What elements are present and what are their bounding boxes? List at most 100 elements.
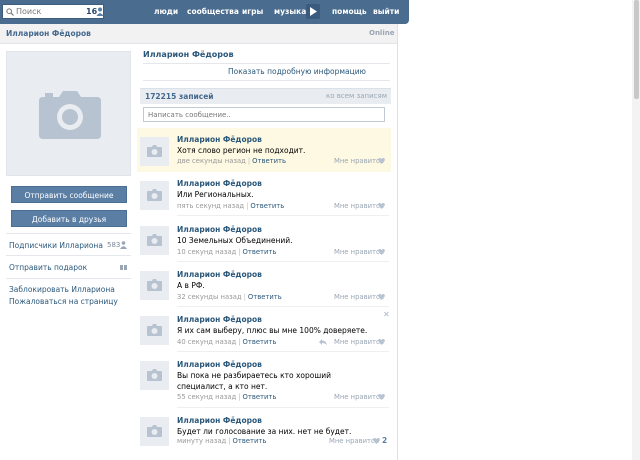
reply-link[interactable]: Ответить: [248, 293, 282, 301]
block-user-link[interactable]: Заблокировать Иллариона: [9, 285, 115, 294]
report-page-link[interactable]: Пожаловаться на страницу: [9, 297, 118, 306]
profile-name-bar: Илларион Фёдоров Online: [0, 24, 397, 44]
nav-people[interactable]: люди: [154, 7, 178, 16]
subscribers-icon: [120, 241, 127, 249]
camera-icon: [147, 189, 162, 201]
wall-post: Илларион Фёдоров Вы пока не разбираетесь…: [137, 352, 391, 408]
post-text: А в РФ.: [177, 281, 205, 290]
post-avatar[interactable]: [140, 316, 169, 345]
heart-icon[interactable]: [378, 203, 385, 209]
reply-link[interactable]: Ответить: [233, 437, 267, 445]
reply-link[interactable]: Ответить: [243, 248, 277, 256]
wall-post-input[interactable]: Написать сообщение..: [143, 107, 385, 122]
camera-icon: [147, 324, 162, 336]
nav-games[interactable]: игры: [242, 7, 263, 16]
like-button[interactable]: Мне нравится: [329, 437, 379, 445]
divider: [143, 63, 390, 64]
camera-icon: [147, 425, 162, 437]
reply-link[interactable]: Ответить: [252, 157, 286, 165]
post-author[interactable]: Илларион Фёдоров: [177, 179, 262, 188]
like-button[interactable]: Мне нравится: [334, 393, 384, 401]
all-posts-link[interactable]: ко всем записям: [326, 92, 387, 100]
post-avatar[interactable]: [140, 271, 169, 300]
post-divider: [177, 215, 389, 216]
post-time: 55 секунд назад: [177, 393, 237, 401]
subscribers-link[interactable]: Подписчики Иллариона: [9, 241, 103, 250]
heart-icon[interactable]: [378, 339, 385, 345]
wall-post-count: 172215 записей: [145, 92, 214, 101]
post-meta: пять секунд назад | Ответить: [177, 202, 285, 210]
post-avatar[interactable]: [140, 181, 169, 210]
search-icon: [6, 8, 14, 16]
reply-link[interactable]: Ответить: [243, 393, 277, 401]
like-button[interactable]: Мне нравится: [334, 293, 384, 301]
post-author[interactable]: Илларион Фёдоров: [177, 360, 262, 369]
wall-post-placeholder: Написать сообщение..: [148, 111, 231, 119]
nav-music[interactable]: музыка: [274, 7, 306, 16]
heart-icon[interactable]: [378, 394, 385, 400]
search-input[interactable]: Поиск 16: [2, 4, 104, 19]
nav-help[interactable]: помощь: [332, 7, 367, 16]
camera-icon: [147, 369, 162, 381]
send-message-button[interactable]: Отправить сообщение: [11, 186, 127, 203]
nav-logout[interactable]: выйти: [373, 7, 399, 16]
profile-avatar[interactable]: [6, 51, 131, 176]
send-gift-link[interactable]: Отправить подарок: [9, 263, 87, 272]
post-time: 10 секунд назад: [177, 248, 237, 256]
like-button[interactable]: Мне нравится: [334, 157, 384, 165]
post-author[interactable]: Илларион Фёдоров: [177, 416, 262, 425]
camera-icon: [39, 91, 101, 139]
wall-post: Илларион Фёдоров Будет ли голосование за…: [137, 408, 391, 460]
post-text: 10 Земельных Объединений.: [177, 236, 293, 245]
add-friend-button[interactable]: Добавить в друзья: [11, 210, 127, 227]
delete-post-icon[interactable]: ✕: [383, 310, 390, 319]
profile-name-header[interactable]: Илларион Фёдоров: [6, 29, 91, 38]
wall-post: Илларион Фёдоров А в РФ. 32 секунды наза…: [137, 262, 391, 307]
post-meta: минуту назад | Ответить: [177, 437, 267, 445]
reply-link[interactable]: Ответить: [243, 338, 277, 346]
post-avatar[interactable]: [140, 417, 169, 446]
play-button[interactable]: [306, 4, 320, 19]
reply-link[interactable]: Ответить: [250, 202, 284, 210]
wall-post: Илларион Фёдоров Или Региональных. пять …: [137, 172, 391, 216]
heart-icon[interactable]: [378, 158, 385, 164]
camera-icon: [147, 145, 162, 157]
post-avatar[interactable]: [140, 137, 169, 166]
post-author[interactable]: Илларион Фёдоров: [177, 315, 262, 324]
like-button[interactable]: Мне нравится: [334, 338, 384, 346]
like-button[interactable]: Мне нравится: [334, 248, 384, 256]
gift-icon: [120, 263, 127, 270]
subscribers-count: 583: [107, 241, 121, 249]
camera-icon: [147, 279, 162, 291]
like-button[interactable]: Мне нравится: [334, 202, 384, 210]
post-time: 32 секунды назад: [177, 293, 242, 301]
post-avatar[interactable]: [140, 226, 169, 255]
profile-name: Илларион Фёдоров: [143, 50, 234, 59]
post-time: 40 секунд назад: [177, 338, 237, 346]
wall-post: Илларион Фёдоров 10 Земельных Объединени…: [137, 217, 391, 262]
post-author[interactable]: Илларион Фёдоров: [177, 135, 262, 144]
online-status: Online: [369, 29, 395, 37]
post-text: Или Региональных.: [177, 190, 254, 199]
search-placeholder: Поиск: [16, 7, 42, 16]
reply-arrow-icon[interactable]: [319, 339, 327, 345]
post-meta: 55 секунд назад | Ответить: [177, 393, 277, 401]
show-info-link[interactable]: Показать подробную информацию: [228, 67, 366, 76]
post-time: минуту назад: [177, 437, 227, 445]
top-bar: Поиск 16 люди сообщества игры музыка пом…: [0, 0, 409, 24]
divider: [6, 278, 131, 279]
heart-icon[interactable]: [373, 438, 380, 444]
scrollbar-thumb[interactable]: [634, 0, 639, 99]
wall-post: Илларион Фёдоров Хотя слово регион не по…: [137, 128, 391, 172]
camera-icon: [147, 234, 162, 246]
nav-communities[interactable]: сообщества: [187, 7, 239, 16]
post-meta: 32 секунды назад | Ответить: [177, 293, 282, 301]
post-meta: две секунды назад | Ответить: [177, 157, 286, 165]
person-icon[interactable]: [96, 7, 104, 16]
heart-icon[interactable]: [378, 294, 385, 300]
post-author[interactable]: Илларион Фёдоров: [177, 270, 262, 279]
post-avatar[interactable]: [140, 361, 169, 390]
post-author[interactable]: Илларион Фёдоров: [177, 225, 262, 234]
likes-count: 2: [382, 436, 388, 445]
heart-icon[interactable]: [378, 249, 385, 255]
